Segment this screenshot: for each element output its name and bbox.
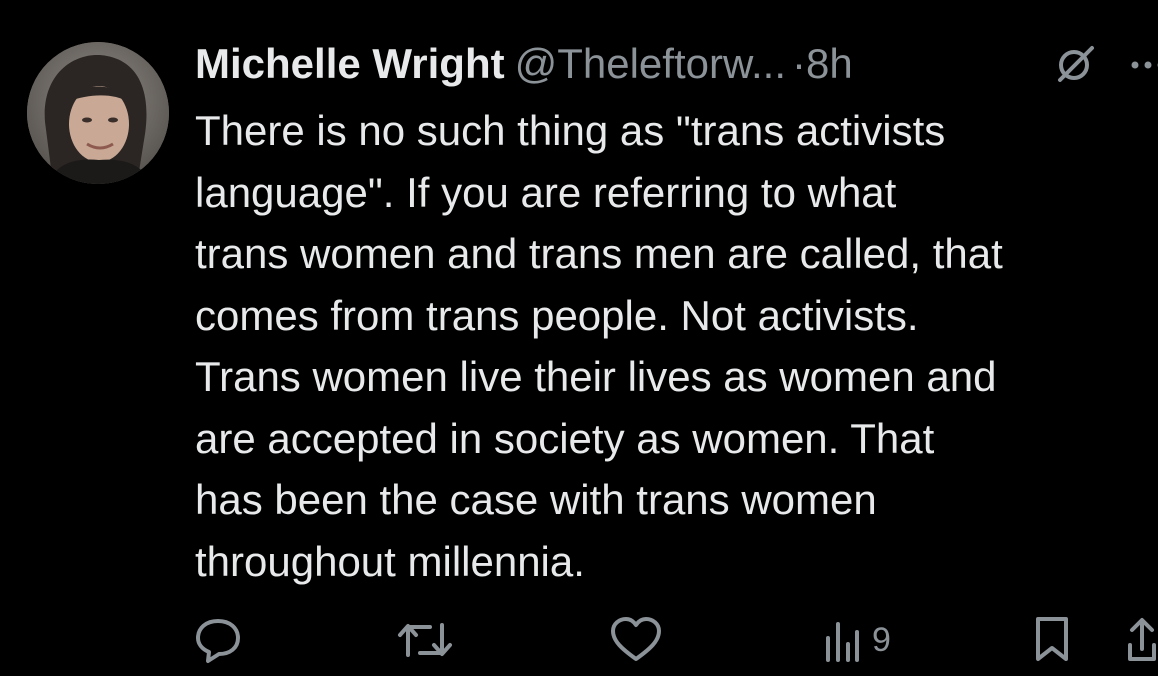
share-button[interactable] [1126,612,1158,668]
tweet-text-line: There is no such thing as "trans activis… [195,107,946,154]
tweet-text-line: are accepted in society as women. That [195,414,935,462]
tweet[interactable]: Michelle Wright @Theleftorw... ·8h There i… [0,0,1158,676]
tweet-text-line: trans women and trans men are called, th… [195,230,1003,277]
tweet-text-line: comes from trans people. Not activists. [195,291,919,339]
tweet-text-line: language". If you are referring to what [195,168,897,216]
reply-button[interactable] [192,612,244,668]
views-button[interactable]: 9 [822,612,891,668]
tweet-text-line: throughout millennia. [195,537,585,585]
reply-icon [192,615,244,665]
author-handle[interactable]: @Theleftorw... [515,40,786,87]
bookmark-button[interactable] [1030,612,1074,668]
share-icon [1126,615,1158,665]
more-icon[interactable] [1128,58,1158,72]
action-bar: 9 [0,612,1158,672]
tweet-text: There is no such thing as "trans activis… [195,100,1158,592]
tweet-text-line: has been the case with trans women [195,476,877,523]
avatar[interactable] [27,42,169,184]
like-button[interactable] [608,612,664,668]
views-icon [822,616,862,664]
tweet-text-line: Trans women live their lives as women an… [195,353,997,400]
separator: · [792,40,806,87]
like-icon [608,615,664,665]
grok-icon[interactable] [1052,44,1098,84]
tweet-header: Michelle Wright @Theleftorw... ·8h [195,38,1158,90]
bookmark-icon [1030,615,1074,665]
author-name[interactable]: Michelle Wright [195,40,505,87]
views-count: 9 [872,620,891,659]
retweet-button[interactable] [396,612,454,668]
timestamp[interactable]: 8h [806,40,853,87]
retweet-icon [396,615,454,665]
